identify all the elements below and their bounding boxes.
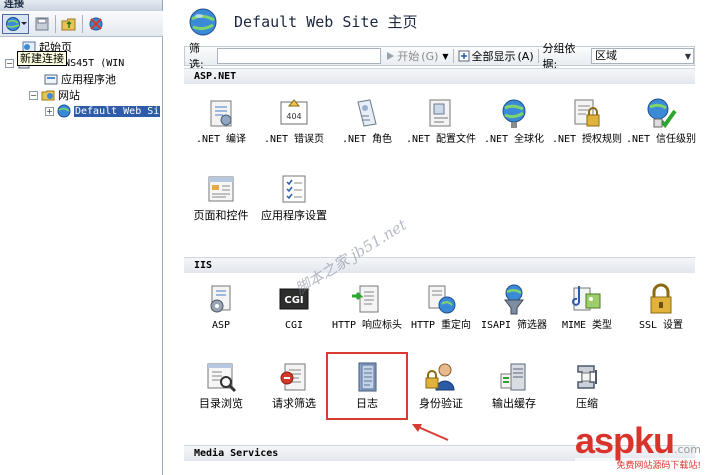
redirect-icon: [428, 285, 456, 314]
show-all-button[interactable]: 全部显示 (A): [458, 48, 534, 64]
net-compilation-icon: [210, 100, 232, 127]
pages-controls-icon: [208, 176, 234, 202]
feature-pages-and-controls[interactable]: 页面和控件: [184, 172, 258, 222]
feature-net-profile[interactable]: .NET 配置文件: [404, 96, 478, 146]
compression-clamp-icon: [577, 365, 597, 389]
save-icon: [35, 17, 49, 30]
disconnect-icon: [89, 17, 103, 30]
authentication-user-icon: [425, 363, 455, 391]
request-filter-icon: [280, 363, 306, 391]
collapse-toggle[interactable]: −: [29, 90, 38, 100]
tree-item-default-web-site[interactable]: + Default Web Si: [45, 103, 161, 119]
feature-http-redirect[interactable]: HTTP 重定向: [404, 282, 478, 332]
feature-net-error-pages[interactable]: 404 .NET 错误页: [257, 96, 331, 146]
toolbar-separator: [55, 14, 56, 33]
section-header-aspnet: ASP.NET: [184, 68, 695, 84]
feature-net-trust-levels[interactable]: .NET 信任级别: [624, 96, 698, 146]
feature-net-authorization[interactable]: .NET 授权规则: [550, 96, 624, 146]
feature-net-globalization[interactable]: .NET 全球化: [477, 96, 551, 146]
filter-toolbar: 筛选: 开始 (G) ▼ 全部显示 (A) 分组依据: 区域: [184, 42, 695, 71]
up-folder-button[interactable]: [59, 14, 79, 34]
globe-connect-icon: [5, 16, 27, 31]
toolbar-separator: [537, 49, 539, 63]
tooltip: 新建连接: [17, 51, 67, 66]
toolbar-separator: [452, 49, 454, 63]
feature-isapi-filters[interactable]: ISAPI 筛选器: [477, 282, 551, 332]
section-header-iis: IIS: [184, 257, 695, 273]
connections-header: 连接: [0, 0, 162, 11]
feature-cgi[interactable]: CGI CGI: [257, 282, 331, 332]
feature-net-roles[interactable]: .NET 角色: [330, 96, 404, 146]
brand-tld: .com: [674, 443, 701, 456]
start-filter-button[interactable]: 开始 (G): [385, 48, 438, 64]
folder-up-icon: [61, 18, 76, 30]
feature-request-filtering[interactable]: 请求筛选: [257, 360, 331, 410]
disconnect-button[interactable]: [86, 14, 106, 34]
error-page-404-icon: 404: [280, 99, 308, 125]
filter-input[interactable]: [216, 48, 382, 64]
trust-level-icon: [647, 98, 677, 129]
brand-watermark: aspku.com 免费网站源码下载站!: [574, 423, 701, 471]
chevron-down-icon[interactable]: ▼: [442, 52, 448, 61]
feature-authentication[interactable]: 身份验证: [404, 360, 478, 410]
app-pool-icon: [44, 74, 58, 85]
connections-pane: 连接 起始页 − WS-TONS45T (WIN 应用程序池 − 网站 + De…: [0, 0, 163, 475]
feature-asp[interactable]: ASP: [184, 282, 258, 332]
net-roles-icon: [357, 99, 377, 127]
tree-item-sites[interactable]: − 网站: [29, 87, 80, 103]
mime-types-icon: [572, 286, 601, 311]
tree-item-label: 网站: [58, 89, 80, 102]
website-globe-icon: [189, 8, 217, 35]
isapi-filter-icon: [504, 284, 524, 315]
website-globe-icon: [57, 104, 71, 118]
play-icon: [387, 52, 395, 60]
feature-mime-types[interactable]: MIME 类型: [550, 282, 624, 332]
response-headers-icon: [352, 285, 379, 313]
directory-browsing-icon: [207, 363, 237, 393]
feature-ssl-settings[interactable]: SSL 设置: [624, 282, 698, 332]
svg-text:404: 404: [286, 112, 301, 121]
show-all-icon: [458, 50, 469, 62]
collapse-toggle[interactable]: −: [5, 58, 14, 68]
tree-item-label: 应用程序池: [61, 73, 116, 86]
sites-folder-icon: [41, 90, 55, 101]
expand-toggle[interactable]: +: [45, 106, 54, 116]
tree-item-app-pools[interactable]: 应用程序池: [44, 71, 116, 87]
feature-compression[interactable]: 压缩: [550, 360, 624, 410]
features-content: ASP.NET .NET 编译 404 .NET 错误页 .NET 角色 .NE…: [184, 68, 698, 475]
app-settings-icon: [282, 175, 306, 203]
feature-app-settings[interactable]: 应用程序设置: [257, 172, 331, 222]
feature-directory-browsing[interactable]: 目录浏览: [184, 360, 258, 410]
net-profile-icon: [429, 99, 451, 127]
page-title: Default Web Site 主页: [234, 13, 418, 31]
new-connection-button[interactable]: [2, 13, 29, 34]
feature-http-response-headers[interactable]: HTTP 响应标头: [330, 282, 404, 332]
asp-icon: [210, 285, 231, 313]
feature-net-compilation[interactable]: .NET 编译: [184, 96, 258, 146]
output-cache-icon: [500, 363, 526, 391]
page-header: Default Web Site 主页: [164, 0, 707, 43]
connections-toolbar: [0, 11, 163, 37]
save-button[interactable]: [32, 14, 52, 34]
arrow-icon: [412, 424, 449, 441]
lock-icon: [650, 283, 672, 314]
brand-logo: aspku: [574, 420, 675, 461]
authorization-lock-icon: [574, 99, 600, 127]
toolbar-separator: [82, 14, 83, 33]
tree-item-label: Default Web Si: [74, 105, 161, 117]
highlight-box: [326, 352, 408, 420]
group-by-select[interactable]: 区域: [591, 48, 695, 64]
feature-output-caching[interactable]: 输出缓存: [477, 360, 551, 410]
features-view: Default Web Site 主页 筛选: 开始 (G) ▼ 全部显示 (A) …: [164, 0, 707, 475]
globe-icon: [502, 99, 526, 128]
